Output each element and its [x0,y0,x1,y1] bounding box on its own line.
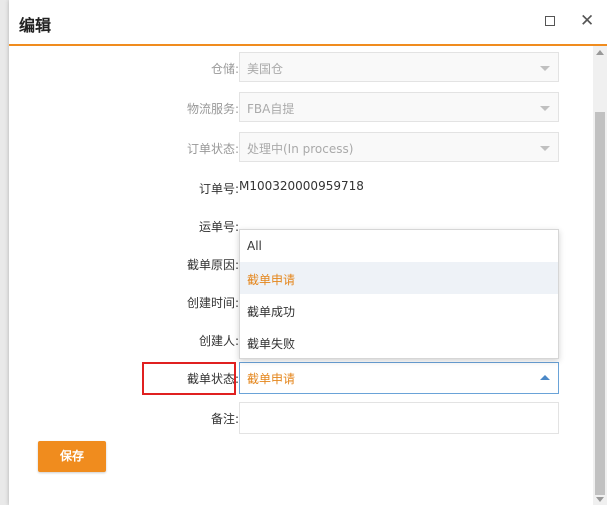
dialog-title: 编辑 [19,16,52,35]
intercept-status-value: 截单申请 [247,372,296,386]
dropdown-option-requested[interactable]: 截单申请 [240,262,558,294]
creator-label: 创建人: [198,334,239,348]
scroll-thumb[interactable] [595,112,605,495]
chevron-down-icon [540,106,550,111]
warehouse-row: 仓储: 美国仓 [9,52,595,84]
chevron-down-icon [540,66,550,71]
warehouse-label: 仓储: [210,62,239,76]
order-status-row: 订单状态: 处理中(In process) [9,132,595,164]
intercept-status-row: 截单状态: 截单申请 [9,362,595,394]
remark-row: 备注: [9,402,595,434]
created-time-label: 创建时间: [186,296,239,310]
order-status-select: 处理中(In process) [239,132,559,162]
intercept-status-dropdown: All 截单申请 截单成功 截单失败 [239,229,559,359]
order-no-row: 订单号: M100320000959718 [9,172,595,204]
close-icon[interactable]: ✕ [580,12,594,30]
dialog-body: 仓储: 美国仓 物流服务: FBA自提 订单状态: 处理中(In process… [9,46,595,505]
intercept-reason-label: 截单原因: [186,258,239,272]
remark-label: 备注: [210,412,239,426]
chevron-up-icon [540,375,550,380]
waybill-no-label: 运单号: [198,220,239,234]
intercept-status-select[interactable]: 截单申请 [239,362,559,394]
dropdown-option-all[interactable]: All [240,230,558,262]
maximize-icon[interactable] [545,16,555,26]
logistics-row: 物流服务: FBA自提 [9,92,595,124]
dropdown-option-success[interactable]: 截单成功 [240,294,558,326]
order-no-label: 订单号: [198,182,239,196]
scroll-down-icon[interactable] [596,497,604,502]
edit-dialog: 编辑 ✕ 仓储: 美国仓 物流服务: FBA自提 订单状态: 处理中(In pr… [9,0,607,505]
remark-input[interactable] [239,402,559,434]
warehouse-value: 美国仓 [247,62,284,76]
scroll-up-icon[interactable] [596,50,604,55]
logistics-value: FBA自提 [247,102,295,116]
dialog-titlebar: 编辑 ✕ [9,0,607,46]
order-status-label: 订单状态: [186,142,239,156]
order-no-value: M100320000959718 [239,179,364,193]
logistics-label: 物流服务: [186,102,239,116]
vertical-scrollbar[interactable] [593,46,607,505]
logistics-select: FBA自提 [239,92,559,122]
order-status-value: 处理中(In process) [247,142,354,156]
highlight-box [142,362,236,395]
save-button[interactable]: 保存 [38,441,106,472]
warehouse-select: 美国仓 [239,52,559,82]
dropdown-option-failed[interactable]: 截单失败 [240,326,558,358]
chevron-down-icon [540,146,550,151]
